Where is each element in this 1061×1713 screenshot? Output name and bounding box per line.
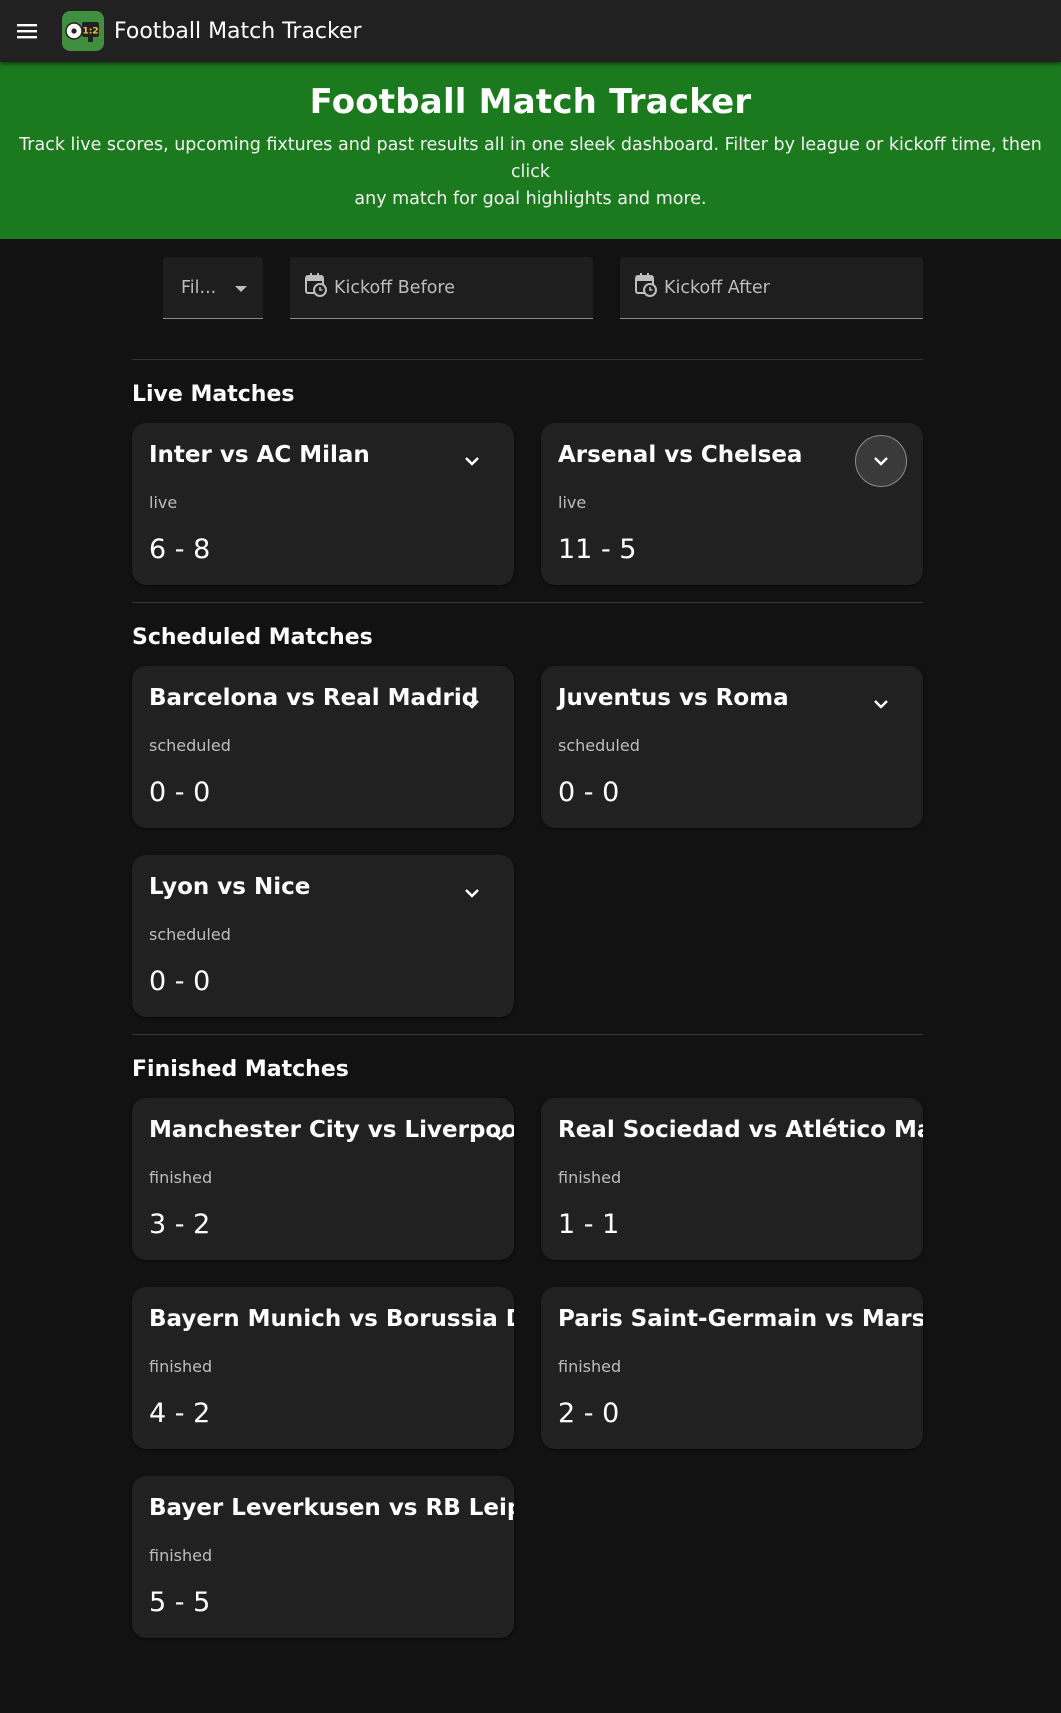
expand-button[interactable] [446, 867, 498, 919]
chevron-down-icon [874, 700, 888, 709]
match-card[interactable]: Inter vs AC Milan live 6 - 8 [132, 423, 514, 585]
chevron-down-icon [465, 700, 479, 709]
scheduled-section-title: Scheduled Matches [132, 625, 373, 650]
section-divider [132, 602, 923, 603]
match-name: Manchester City vs Liverpool [149, 1117, 514, 1143]
match-score: 1 - 1 [558, 1209, 620, 1240]
page-description-line-2: any match for goal highlights and more. [354, 189, 707, 209]
app-bar: 1:2 Football Match Tracker [0, 0, 1061, 62]
match-name: Arsenal vs Chelsea [558, 442, 803, 468]
chevron-down-icon [493, 1132, 507, 1141]
expand-button[interactable] [855, 678, 907, 730]
match-status: live [558, 493, 587, 512]
match-score: 5 - 5 [149, 1587, 211, 1618]
match-score: 0 - 0 [149, 777, 211, 808]
chevron-down-icon [234, 278, 248, 298]
league-filter-label: Fil... [181, 277, 217, 298]
calendar-clock-icon [304, 272, 328, 303]
match-name: Bayern Munich vs Borussia Dortmund [149, 1306, 514, 1332]
svg-text:1:2: 1:2 [82, 27, 98, 37]
match-name: Bayer Leverkusen vs RB Leipzig [149, 1495, 514, 1521]
calendar-clock-icon [634, 272, 658, 303]
filter-bar: Fil... Kickoff Before Kickoff After [0, 257, 1061, 319]
match-card[interactable]: Bayer Leverkusen vs RB Leipzig finished … [132, 1476, 514, 1638]
match-name: Lyon vs Nice [149, 874, 311, 900]
match-card[interactable]: Barcelona vs Real Madrid scheduled 0 - 0 [132, 666, 514, 828]
section-divider [132, 359, 923, 360]
expand-button[interactable] [855, 435, 907, 487]
hero-banner: Football Match Tracker Track live scores… [0, 62, 1061, 239]
chevron-down-icon [465, 889, 479, 898]
page-description-line-1: Track live scores, upcoming fixtures and… [19, 135, 1042, 182]
match-name: Real Sociedad vs Atlético Madrid [558, 1117, 923, 1143]
chevron-down-icon [465, 457, 479, 466]
match-name: Inter vs AC Milan [149, 442, 370, 468]
match-status: finished [149, 1546, 213, 1565]
section-divider [132, 1034, 923, 1035]
page-title: Football Match Tracker [309, 82, 752, 122]
match-card[interactable]: Real Sociedad vs Atlético Madrid finishe… [541, 1098, 923, 1260]
expand-button[interactable] [446, 678, 498, 730]
expand-button[interactable] [474, 1110, 514, 1162]
match-card[interactable]: Paris Saint-Germain vs Marseille finishe… [541, 1287, 923, 1449]
menu-icon[interactable] [12, 16, 42, 46]
kickoff-before-field[interactable]: Kickoff Before [290, 257, 593, 319]
match-status: scheduled [558, 736, 640, 755]
match-status: finished [149, 1357, 213, 1376]
match-name: Paris Saint-Germain vs Marseille [558, 1306, 923, 1332]
match-score: 0 - 0 [149, 966, 211, 997]
expand-button[interactable] [446, 435, 498, 487]
match-score: 11 - 5 [558, 534, 637, 565]
match-card[interactable]: Manchester City vs Liverpool finished 3 … [132, 1098, 514, 1260]
app-title: Football Match Tracker [114, 18, 362, 44]
match-score: 0 - 0 [558, 777, 620, 808]
match-card[interactable]: Arsenal vs Chelsea live 11 - 5 [541, 423, 923, 585]
match-status: scheduled [149, 925, 231, 944]
page-description: Track live scores, upcoming fixtures and… [0, 132, 1061, 213]
match-score: 2 - 0 [558, 1398, 620, 1429]
match-status: finished [149, 1168, 213, 1187]
match-card[interactable]: Juventus vs Roma scheduled 0 - 0 [541, 666, 923, 828]
match-card[interactable]: Bayern Munich vs Borussia Dortmund finis… [132, 1287, 514, 1449]
match-score: 6 - 8 [149, 534, 211, 565]
league-filter-select[interactable]: Fil... [163, 257, 263, 319]
match-card[interactable]: Lyon vs Nice scheduled 0 - 0 [132, 855, 514, 1017]
match-status: scheduled [149, 736, 231, 755]
kickoff-after-field[interactable]: Kickoff After [620, 257, 923, 319]
match-status: live [149, 493, 178, 512]
live-section-title: Live Matches [132, 382, 295, 407]
scoreboard-logo-icon: 1:2 [62, 11, 104, 51]
match-score: 3 - 2 [149, 1209, 211, 1240]
match-score: 4 - 2 [149, 1398, 211, 1429]
chevron-down-icon [874, 457, 888, 466]
match-status: finished [558, 1168, 622, 1187]
finished-section-title: Finished Matches [132, 1057, 349, 1082]
match-status: finished [558, 1357, 622, 1376]
kickoff-before-placeholder: Kickoff Before [334, 277, 456, 298]
match-name: Barcelona vs Real Madrid [149, 685, 479, 711]
kickoff-after-placeholder: Kickoff After [664, 277, 770, 298]
match-name: Juventus vs Roma [558, 685, 789, 711]
